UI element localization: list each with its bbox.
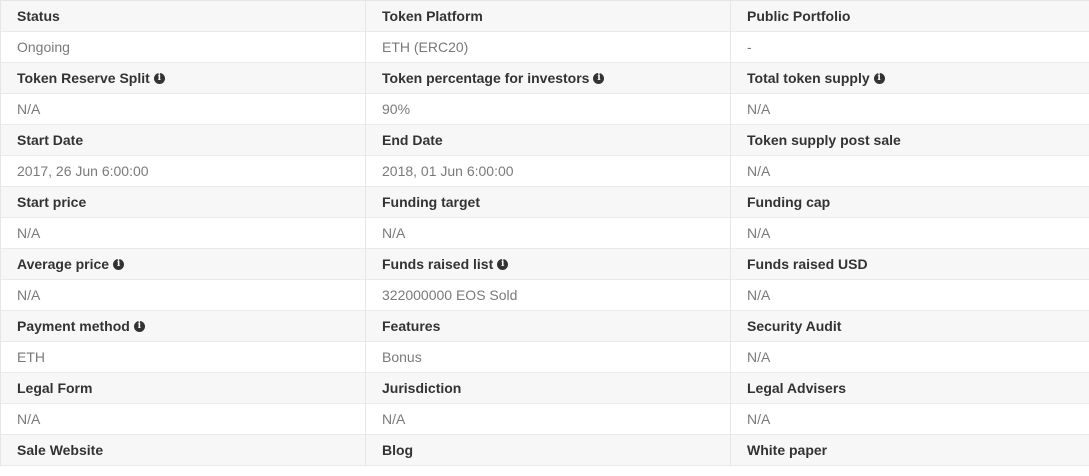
field-label-token-supply-post-sale: Token supply post sale xyxy=(731,125,1089,156)
field-value-legal-advisers: N/A xyxy=(731,404,1089,435)
field-label-text: Token supply post sale xyxy=(747,132,901,148)
field-label-text: Token percentage for investors xyxy=(382,70,590,86)
field-label-start-price: Start price xyxy=(1,187,366,218)
field-label-funds-raised-list: Funds raised list i xyxy=(366,249,731,280)
field-label-features: Features xyxy=(366,311,731,342)
field-label-public-portfolio: Public Portfolio xyxy=(731,0,1089,32)
field-label-legal-form: Legal Form xyxy=(1,373,366,404)
field-value-security-audit: N/A xyxy=(731,342,1089,373)
field-label-token-reserve-split: Token Reserve Split i xyxy=(1,63,366,94)
field-label-token-platform: Token Platform xyxy=(366,0,731,32)
field-label-sale-website: Sale Website xyxy=(1,435,366,466)
field-value-payment-method: ETH xyxy=(1,342,366,373)
field-label-text: Token Reserve Split xyxy=(17,70,150,86)
field-value-funds-raised-list: 322000000 EOS Sold xyxy=(366,280,731,311)
field-value-token-percentage-for-investors: 90% xyxy=(366,94,731,125)
info-circle-icon[interactable]: i xyxy=(873,72,885,84)
field-label-token-percentage-for-investors: Token percentage for investors i xyxy=(366,63,731,94)
field-value-features: Bonus xyxy=(366,342,731,373)
ico-details-grid: Status Token Platform Public Portfolio Ongo… xyxy=(0,0,1089,466)
field-label-text: Status xyxy=(17,8,60,24)
field-label-text: Start Date xyxy=(17,132,84,148)
field-label-security-audit: Security Audit xyxy=(731,311,1089,342)
field-value-funding-cap: N/A xyxy=(731,218,1089,249)
field-value-end-date: 2018, 01 Jun 6:00:00 xyxy=(366,156,731,187)
field-value-token-reserve-split: N/A xyxy=(1,94,366,125)
field-value-jurisdiction: N/A xyxy=(366,404,731,435)
field-label-total-token-supply: Total token supply i xyxy=(731,63,1089,94)
field-label-text: Jurisdiction xyxy=(382,380,462,396)
field-label-text: Sale Website xyxy=(17,442,104,458)
field-label-funding-target: Funding target xyxy=(366,187,731,218)
info-circle-icon[interactable]: i xyxy=(593,72,605,84)
field-value-total-token-supply: N/A xyxy=(731,94,1089,125)
info-circle-icon[interactable]: i xyxy=(133,320,145,332)
field-label-text: Features xyxy=(382,318,441,334)
field-value-token-platform: ETH (ERC20) xyxy=(366,32,731,63)
field-label-funds-raised-usd: Funds raised USD xyxy=(731,249,1089,280)
field-label-text: Legal Form xyxy=(17,380,93,396)
field-label-text: Funds raised list xyxy=(382,256,494,272)
field-value-funds-raised-usd: N/A xyxy=(731,280,1089,311)
field-label-white-paper: White paper xyxy=(731,435,1089,466)
field-label-start-date: Start Date xyxy=(1,125,366,156)
field-label-average-price: Average price i xyxy=(1,249,366,280)
field-value-start-date: 2017, 26 Jun 6:00:00 xyxy=(1,156,366,187)
field-label-text: Token Platform xyxy=(382,8,483,24)
field-label-text: Public Portfolio xyxy=(747,8,851,24)
field-label-blog: Blog xyxy=(366,435,731,466)
field-value-token-supply-post-sale: N/A xyxy=(731,156,1089,187)
field-label-text: Funding cap xyxy=(747,194,831,210)
field-value-status: Ongoing xyxy=(1,32,366,63)
field-label-text: Start price xyxy=(17,194,87,210)
field-value-average-price: N/A xyxy=(1,280,366,311)
field-label-text: Payment method xyxy=(17,318,130,334)
field-value-start-price: N/A xyxy=(1,218,366,249)
info-circle-icon[interactable]: i xyxy=(153,72,165,84)
field-label-text: End Date xyxy=(382,132,443,148)
field-label-text: Security Audit xyxy=(747,318,842,334)
info-circle-icon[interactable]: i xyxy=(113,258,125,270)
field-label-end-date: End Date xyxy=(366,125,731,156)
field-value-funding-target: N/A xyxy=(366,218,731,249)
field-value-public-portfolio: - xyxy=(731,32,1089,63)
field-label-jurisdiction: Jurisdiction xyxy=(366,373,731,404)
field-label-text: White paper xyxy=(747,442,828,458)
field-label-text: Funding target xyxy=(382,194,480,210)
field-label-legal-advisers: Legal Advisers xyxy=(731,373,1089,404)
info-circle-icon[interactable]: i xyxy=(497,258,509,270)
field-value-legal-form: N/A xyxy=(1,404,366,435)
field-label-text: Funds raised USD xyxy=(747,256,868,272)
field-label-text: Average price xyxy=(17,256,110,272)
field-label-funding-cap: Funding cap xyxy=(731,187,1089,218)
field-label-text: Legal Advisers xyxy=(747,380,847,396)
field-label-text: Total token supply xyxy=(747,70,870,86)
field-label-status: Status xyxy=(1,0,366,32)
field-label-text: Blog xyxy=(382,442,414,458)
field-label-payment-method: Payment method i xyxy=(1,311,366,342)
